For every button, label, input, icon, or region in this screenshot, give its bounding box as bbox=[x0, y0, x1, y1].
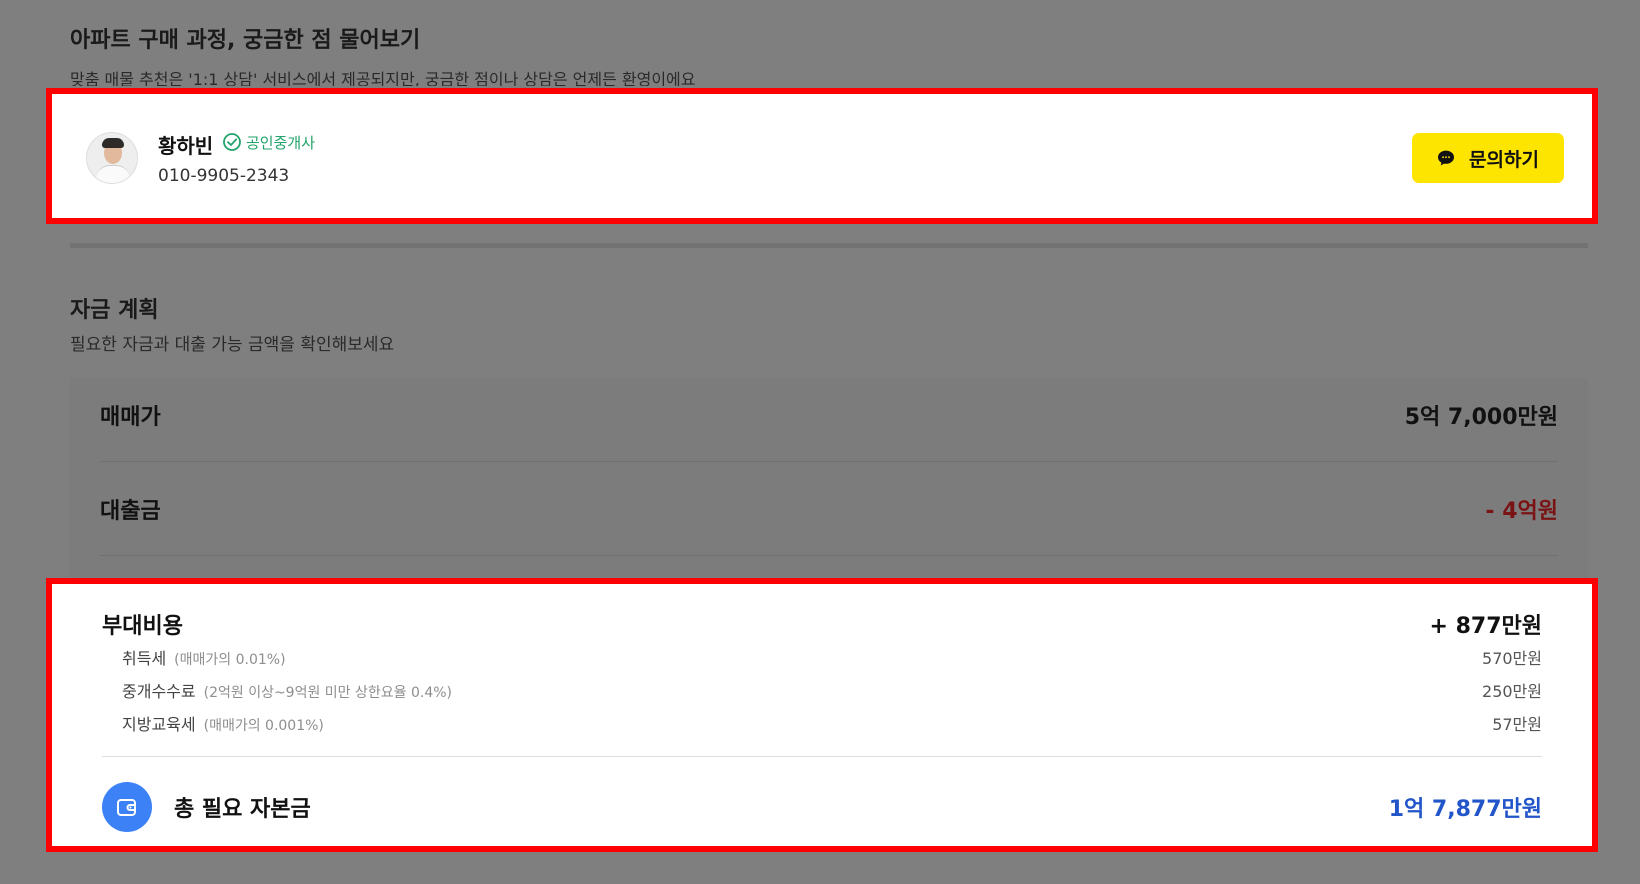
check-circle-icon bbox=[223, 133, 241, 151]
funding-title: 자금 계획 bbox=[70, 298, 159, 323]
agent-badge: 공인중개사 bbox=[246, 134, 316, 152]
price-value: 5억 7,000만원 bbox=[1404, 404, 1558, 430]
inquiry-title: 아파트 구매 과정, 궁금한 점 물어보기 bbox=[70, 28, 421, 53]
inquiry-subtitle: 맞춤 매물 추천은 '1:1 상담' 서비스에서 제공되지만, 궁금한 점이나 … bbox=[70, 70, 696, 86]
loan-value: - 4억원 bbox=[1485, 498, 1558, 524]
inquiry-button-label: 문의하기 bbox=[1469, 148, 1539, 171]
fee-note: (매매가의 0.01%) bbox=[174, 652, 286, 668]
fee-value: 570만원 bbox=[1482, 649, 1542, 668]
agent-name: 황하빈 bbox=[158, 134, 214, 158]
extra-costs-header: 부대비용 + 877만원 bbox=[102, 608, 1542, 640]
agent-card: 황하빈 공인중개사 010-9905-2343 문의하기 bbox=[46, 88, 1598, 224]
wallet-icon bbox=[102, 782, 152, 832]
fee-note: (2억원 이상~9억원 미만 상한요율 0.4%) bbox=[203, 685, 453, 701]
inquiry-button[interactable]: 문의하기 bbox=[1412, 133, 1564, 183]
fee-row: 취득세 (매매가의 0.01%) 570만원 bbox=[122, 642, 1542, 672]
price-label: 매매가 bbox=[100, 404, 161, 430]
extra-costs-card: 부대비용 + 877만원 취득세 (매매가의 0.01%) 570만원 중개수수… bbox=[46, 578, 1598, 852]
section-divider bbox=[70, 243, 1588, 248]
total-label: 총 필요 자본금 bbox=[174, 797, 311, 822]
total-value: 1억 7,877만원 bbox=[1388, 797, 1542, 822]
fee-row: 중개수수료 (2억원 이상~9억원 미만 상한요율 0.4%) 250만원 bbox=[122, 675, 1542, 705]
fee-name: 중개수수료 bbox=[122, 682, 196, 701]
extra-costs-label: 부대비용 bbox=[102, 614, 183, 639]
fee-name: 지방교육세 bbox=[122, 715, 196, 734]
fee-name: 취득세 bbox=[122, 649, 167, 668]
agent-avatar bbox=[86, 132, 138, 184]
extra-costs-value: + 877만원 bbox=[1429, 614, 1543, 639]
total-row: 총 필요 자본금 1억 7,877만원 bbox=[102, 781, 1542, 833]
agent-phone: 010-9905-2343 bbox=[158, 166, 290, 186]
fee-value: 57만원 bbox=[1492, 715, 1542, 734]
funding-card: 매매가 5억 7,000만원 대출금 - 4억원 bbox=[70, 378, 1588, 588]
funding-subtitle: 필요한 자금과 대출 가능 금액을 확인해보세요 bbox=[70, 335, 395, 355]
loan-label: 대출금 bbox=[100, 498, 161, 524]
fee-note: (매매가의 0.001%) bbox=[203, 718, 324, 734]
kakao-chat-icon bbox=[1438, 150, 1455, 166]
price-row: 매매가 5억 7,000만원 bbox=[100, 368, 1558, 462]
fee-row: 지방교육세 (매매가의 0.001%) 57만원 bbox=[122, 708, 1542, 738]
fee-value: 250만원 bbox=[1482, 682, 1542, 701]
total-divider bbox=[102, 756, 1542, 757]
loan-row: 대출금 - 4억원 bbox=[100, 462, 1558, 556]
